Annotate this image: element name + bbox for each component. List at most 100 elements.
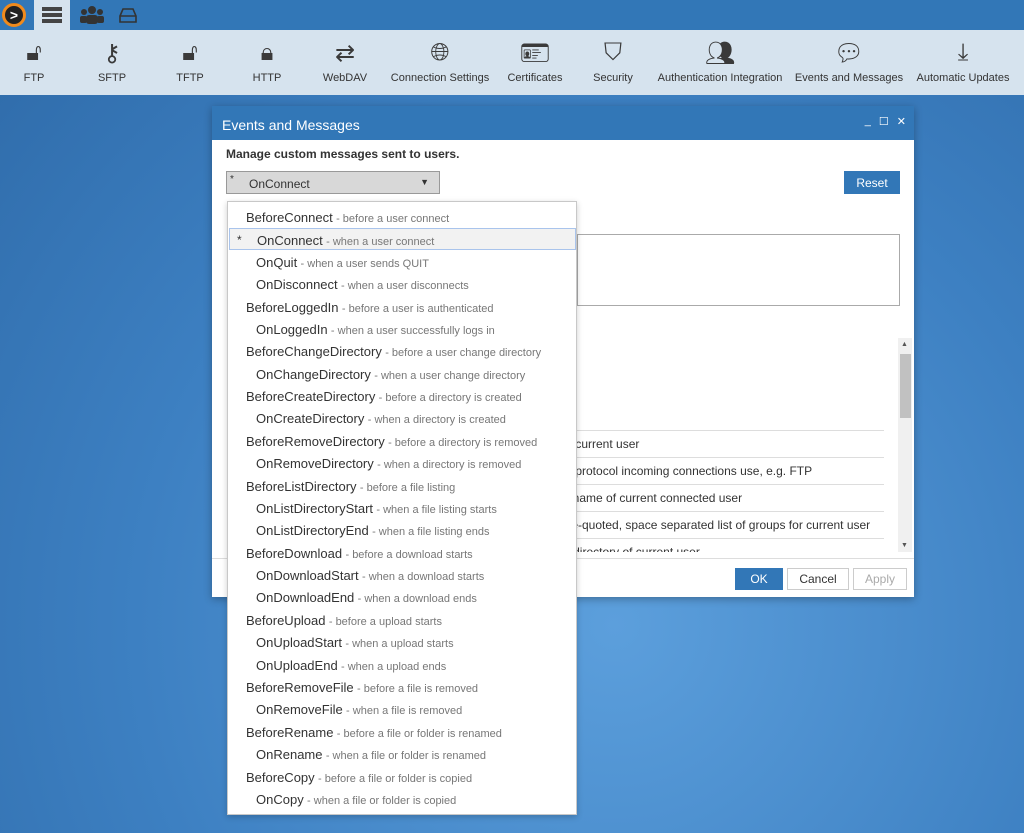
option-description: - before a file or folder is copied [318,772,473,785]
option-description: - when a user disconnects [341,280,469,293]
dropdown-option-beforeremovedirectory[interactable]: BeforeRemoveDirectory - before a directo… [229,430,576,452]
cancel-button[interactable]: Cancel [787,568,849,590]
dropdown-option-beforecreatedirectory[interactable]: BeforeCreateDirectory - before a directo… [229,385,576,407]
toolbar-connection-settings[interactable]: 🌐︎ Connection Settings [391,30,489,95]
drive-tab[interactable] [110,0,146,30]
toolbar-label: WebDAV [322,72,368,84]
download-icon: ⤓ [957,39,969,66]
dropdown-option-beforeloggedin[interactable]: BeforeLoggedIn - before a user is authen… [229,296,576,318]
option-description: - when a upload starts [345,638,454,651]
event-select[interactable]: * OnConnect ▼ [226,171,440,194]
comment-icon: 💬︎ [833,39,865,67]
maximize-icon[interactable]: ☐ [879,115,889,128]
toolbar-automatic-updates[interactable]: ⤓ Automatic Updates [917,30,1010,95]
variable-row[interactable]: P directory of current user [552,538,884,552]
dropdown-option-onuploadstart[interactable]: OnUploadStart - when a upload starts [229,631,576,653]
option-name: OnDisconnect [256,277,338,293]
option-name: OnUploadStart [256,635,342,651]
option-name: BeforeRemoveFile [246,679,354,695]
dropdown-option-onconnect[interactable]: * OnConnect - when a user connect [229,228,576,251]
toolbar-label: Security [593,72,633,84]
toolbar-authentication-integration[interactable]: 👥︎ Authentication Integration [658,30,783,95]
option-name: BeforeListDirectory [246,478,357,494]
dropdown-option-beforeremovefile[interactable]: BeforeRemoveFile - before a file is remo… [229,676,576,698]
lock-icon: 🔒︎ [260,39,274,66]
option-name: BeforeRename [246,724,334,740]
toolbar-webdav[interactable]: ⇄ WebDAV [323,30,367,95]
option-name: BeforeConnect [246,210,333,225]
scroll-thumb[interactable] [900,354,911,418]
dropdown-option-onloggedin[interactable]: OnLoggedIn - when a user successfully lo… [229,318,576,340]
dropdown-option-oncreatedirectory[interactable]: OnCreateDirectory - when a directory is … [229,407,576,429]
server-icon [42,7,62,23]
variables-scrollbar[interactable]: ▲ ▼ [898,338,912,552]
dropdown-option-onremovedirectory[interactable]: OnRemoveDirectory - when a directory is … [229,452,576,474]
option-description: - when a directory is removed [377,459,522,472]
option-name: OnRemoveFile [256,702,343,718]
option-description: - when a user successfully logs in [330,324,495,337]
option-description: - when a file or folder is renamed [325,750,487,763]
option-description: - before a user change directory [385,347,542,360]
dropdown-option-onuploadend[interactable]: OnUploadEnd - when a upload ends [229,654,576,676]
dropdown-option-onrename[interactable]: OnRename - when a file or folder is rena… [229,743,576,765]
option-description: - before a directory is removed [388,436,538,449]
dropdown-option-beforechangedirectory[interactable]: BeforeChangeDirectory - before a user ch… [229,340,576,362]
variable-row[interactable]: at protocol incoming connections use, e.… [552,457,884,484]
dropdown-option-beforedownload[interactable]: BeforeDownload - before a download start… [229,542,576,564]
logo-icon[interactable]: > [2,3,26,27]
apply-button[interactable]: Apply [853,568,907,590]
dropdown-option-onlistdirectorystart[interactable]: OnListDirectoryStart - when a file listi… [229,497,576,519]
dropdown-option-ondisconnect[interactable]: OnDisconnect - when a user disconnects [229,273,576,295]
dropdown-option-ondownloadstart[interactable]: OnDownloadStart - when a download starts [229,564,576,586]
dropdown-option-onlistdirectoryend[interactable]: OnListDirectoryEnd - when a file listing… [229,519,576,541]
dropdown-option-onchangedirectory[interactable]: OnChangeDirectory - when a user change d… [229,363,576,385]
scroll-down-icon[interactable]: ▼ [901,542,908,549]
option-description: - before a file is removed [357,682,479,695]
toolbar-ftp[interactable]: 🔓︎ FTP [24,30,45,95]
server-tab[interactable] [34,0,70,30]
minimize-icon[interactable]: _ [865,115,871,128]
option-description: - before a user connect [336,213,450,225]
dropdown-option-onremovefile[interactable]: OnRemoveFile - when a file is removed [229,698,576,720]
option-name: OnListDirectoryStart [256,500,374,516]
retweet-icon: ⇄ [334,39,356,67]
globe-icon: 🌐︎ [430,39,450,66]
users-tab[interactable] [74,0,110,30]
toolbar-security[interactable]: ⛉ Security [593,30,633,95]
dialog-title: Events and Messages [222,117,360,133]
dropdown-option-oncopy[interactable]: OnCopy - when a file or folder is copied [229,788,576,810]
users-icon [80,6,104,24]
dropdown-option-beforeconnect[interactable]: BeforeConnect - before a user connect [229,206,576,228]
toolbar-label: Authentication Integration [657,72,783,84]
variable-row[interactable]: of current user [552,430,884,457]
unlock-alt-icon: 🔓︎ [182,39,198,66]
id-card-icon: 🪪︎ [519,39,551,67]
variable-row[interactable]: gle-quoted, space separated list of grou… [552,511,884,538]
toolbar-certificates[interactable]: 🪪︎ Certificates [507,30,562,95]
close-icon[interactable]: ✕ [897,115,906,128]
dropdown-option-beforelistdirectory[interactable]: BeforeListDirectory - before a file list… [229,475,576,497]
option-description: - when a file is removed [346,705,463,718]
toolbar-sftp[interactable]: ⚷ SFTP [98,30,126,95]
option-name: OnConnect [257,233,323,249]
scroll-up-icon[interactable]: ▲ [901,341,908,348]
toolbar-tftp[interactable]: 🔓︎ TFTP [176,30,204,95]
message-textarea[interactable] [577,234,900,306]
toolbar-events-and-messages[interactable]: 💬︎ Events and Messages [795,30,903,95]
reset-button[interactable]: Reset [844,171,900,194]
event-select-value: OnConnect [249,177,310,191]
ok-button[interactable]: OK [735,568,783,590]
option-description: - before a upload starts [328,615,442,628]
dropdown-option-onquit[interactable]: OnQuit - when a user sends QUIT [229,251,576,273]
variable-row[interactable]: ername of current connected user [552,484,884,511]
option-description: - before a download starts [345,548,473,561]
toolbar-label: Connection Settings [390,72,490,84]
dropdown-option-beforeupload[interactable]: BeforeUpload - before a upload starts [229,609,576,631]
option-description: - before a user is authenticated [341,302,494,315]
option-name: BeforeCopy [246,769,315,785]
option-name: OnChangeDirectory [256,366,371,382]
dropdown-option-ondownloadend[interactable]: OnDownloadEnd - when a download ends [229,586,576,608]
dropdown-option-beforecopy[interactable]: BeforeCopy - before a file or folder is … [229,766,576,788]
dropdown-option-beforerename[interactable]: BeforeRename - before a file or folder i… [229,721,576,743]
toolbar-http[interactable]: 🔒︎ HTTP [253,30,282,95]
